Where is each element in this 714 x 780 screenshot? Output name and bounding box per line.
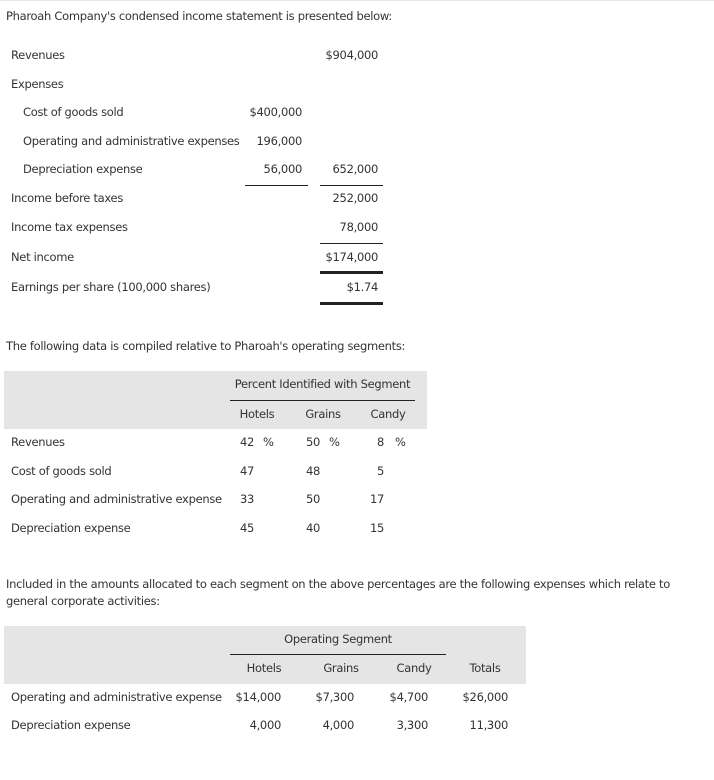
expense-label-cogs: Cost of goods sold <box>23 105 124 119</box>
percent-unit: % <box>263 435 274 449</box>
expense-label-depreciation: Depreciation expense <box>23 162 143 176</box>
revenues-label: Revenues <box>11 48 65 62</box>
corporate-cell-candy: 3,300 <box>396 718 429 732</box>
income-tax-label: Income tax expenses <box>11 220 128 234</box>
corporate-intro-text: Included in the amounts allocated to eac… <box>6 577 670 608</box>
corporate-row-label: Depreciation expense <box>11 718 131 732</box>
net-income-double-rule <box>320 271 383 274</box>
eps-label: Earnings per share (100,000 shares) <box>11 280 211 294</box>
subtotal-rule-left <box>245 185 308 186</box>
corporate-table-group-rule <box>230 654 446 655</box>
corporate-cell-hotels: $14,000 <box>235 690 282 704</box>
percent-cell-hotels: 45 <box>240 521 255 535</box>
corporate-cell-grains: 4,000 <box>322 718 355 732</box>
expense-amount-opadmin: 196,000 <box>256 134 303 148</box>
percent-unit: % <box>395 435 406 449</box>
percent-cell-grains: 50 <box>306 435 321 449</box>
revenues-total: $904,000 <box>325 48 379 62</box>
percent-cell-candy: 8 <box>376 435 384 449</box>
percent-cell-grains: 40 <box>306 521 321 535</box>
percent-cell-candy: 15 <box>369 521 384 535</box>
subtotal-rule-right <box>320 185 383 186</box>
expense-label-opadmin: Operating and administrative expenses <box>23 134 240 148</box>
corporate-table-group-header: Operating Segment <box>284 632 392 646</box>
percent-col-candy: Candy <box>370 407 406 421</box>
percent-cell-grains: 48 <box>306 464 321 478</box>
net-income-total: $174,000 <box>325 250 379 264</box>
net-income-label: Net income <box>11 250 74 264</box>
expenses-label: Expenses <box>11 77 64 91</box>
corporate-cell-totals: $26,000 <box>462 690 509 704</box>
corporate-cell-totals: 11,300 <box>469 718 509 732</box>
percent-col-hotels: Hotels <box>239 407 275 421</box>
corporate-col-totals: Totals <box>469 661 501 675</box>
intro-text: Pharoah Company's condensed income state… <box>6 9 392 23</box>
percent-cell-hotels: 33 <box>240 492 255 506</box>
corporate-col-candy: Candy <box>396 661 432 675</box>
corporate-col-grains: Grains <box>323 661 359 675</box>
percent-cell-hotels: 42 <box>240 435 255 449</box>
eps-total: $1.74 <box>346 280 379 294</box>
net-income-rule <box>320 243 383 244</box>
percent-row-label: Operating and administrative expense <box>11 492 222 506</box>
percent-row-label: Cost of goods sold <box>11 464 112 478</box>
segment-intro-text: The following data is compiled relative … <box>6 339 406 353</box>
corporate-cell-hotels: 4,000 <box>249 718 282 732</box>
top-divider <box>0 0 714 1</box>
corporate-col-hotels: Hotels <box>246 661 282 675</box>
corporate-row-label: Operating and administrative expense <box>11 690 222 704</box>
percent-unit: % <box>329 435 340 449</box>
corporate-cell-candy: $4,700 <box>389 690 429 704</box>
eps-double-rule <box>320 302 383 305</box>
percent-row-label: Depreciation expense <box>11 521 131 535</box>
expenses-total: 652,000 <box>332 162 379 176</box>
percent-table-group-rule <box>230 400 415 401</box>
percent-cell-hotels: 47 <box>240 464 255 478</box>
expense-amount-cogs: $400,000 <box>249 105 303 119</box>
percent-col-grains: Grains <box>305 407 341 421</box>
percent-cell-grains: 50 <box>306 492 321 506</box>
percent-cell-candy: 5 <box>376 464 384 478</box>
percent-row-label: Revenues <box>11 435 65 449</box>
percent-table-group-header: Percent Identified with Segment <box>234 377 411 391</box>
percent-cell-candy: 17 <box>369 492 384 506</box>
income-before-taxes-label: Income before taxes <box>11 191 124 205</box>
expense-amount-depreciation: 56,000 <box>263 162 303 176</box>
income-tax-total: 78,000 <box>339 220 379 234</box>
income-before-taxes-total: 252,000 <box>332 191 379 205</box>
corporate-cell-grains: $7,300 <box>315 690 355 704</box>
